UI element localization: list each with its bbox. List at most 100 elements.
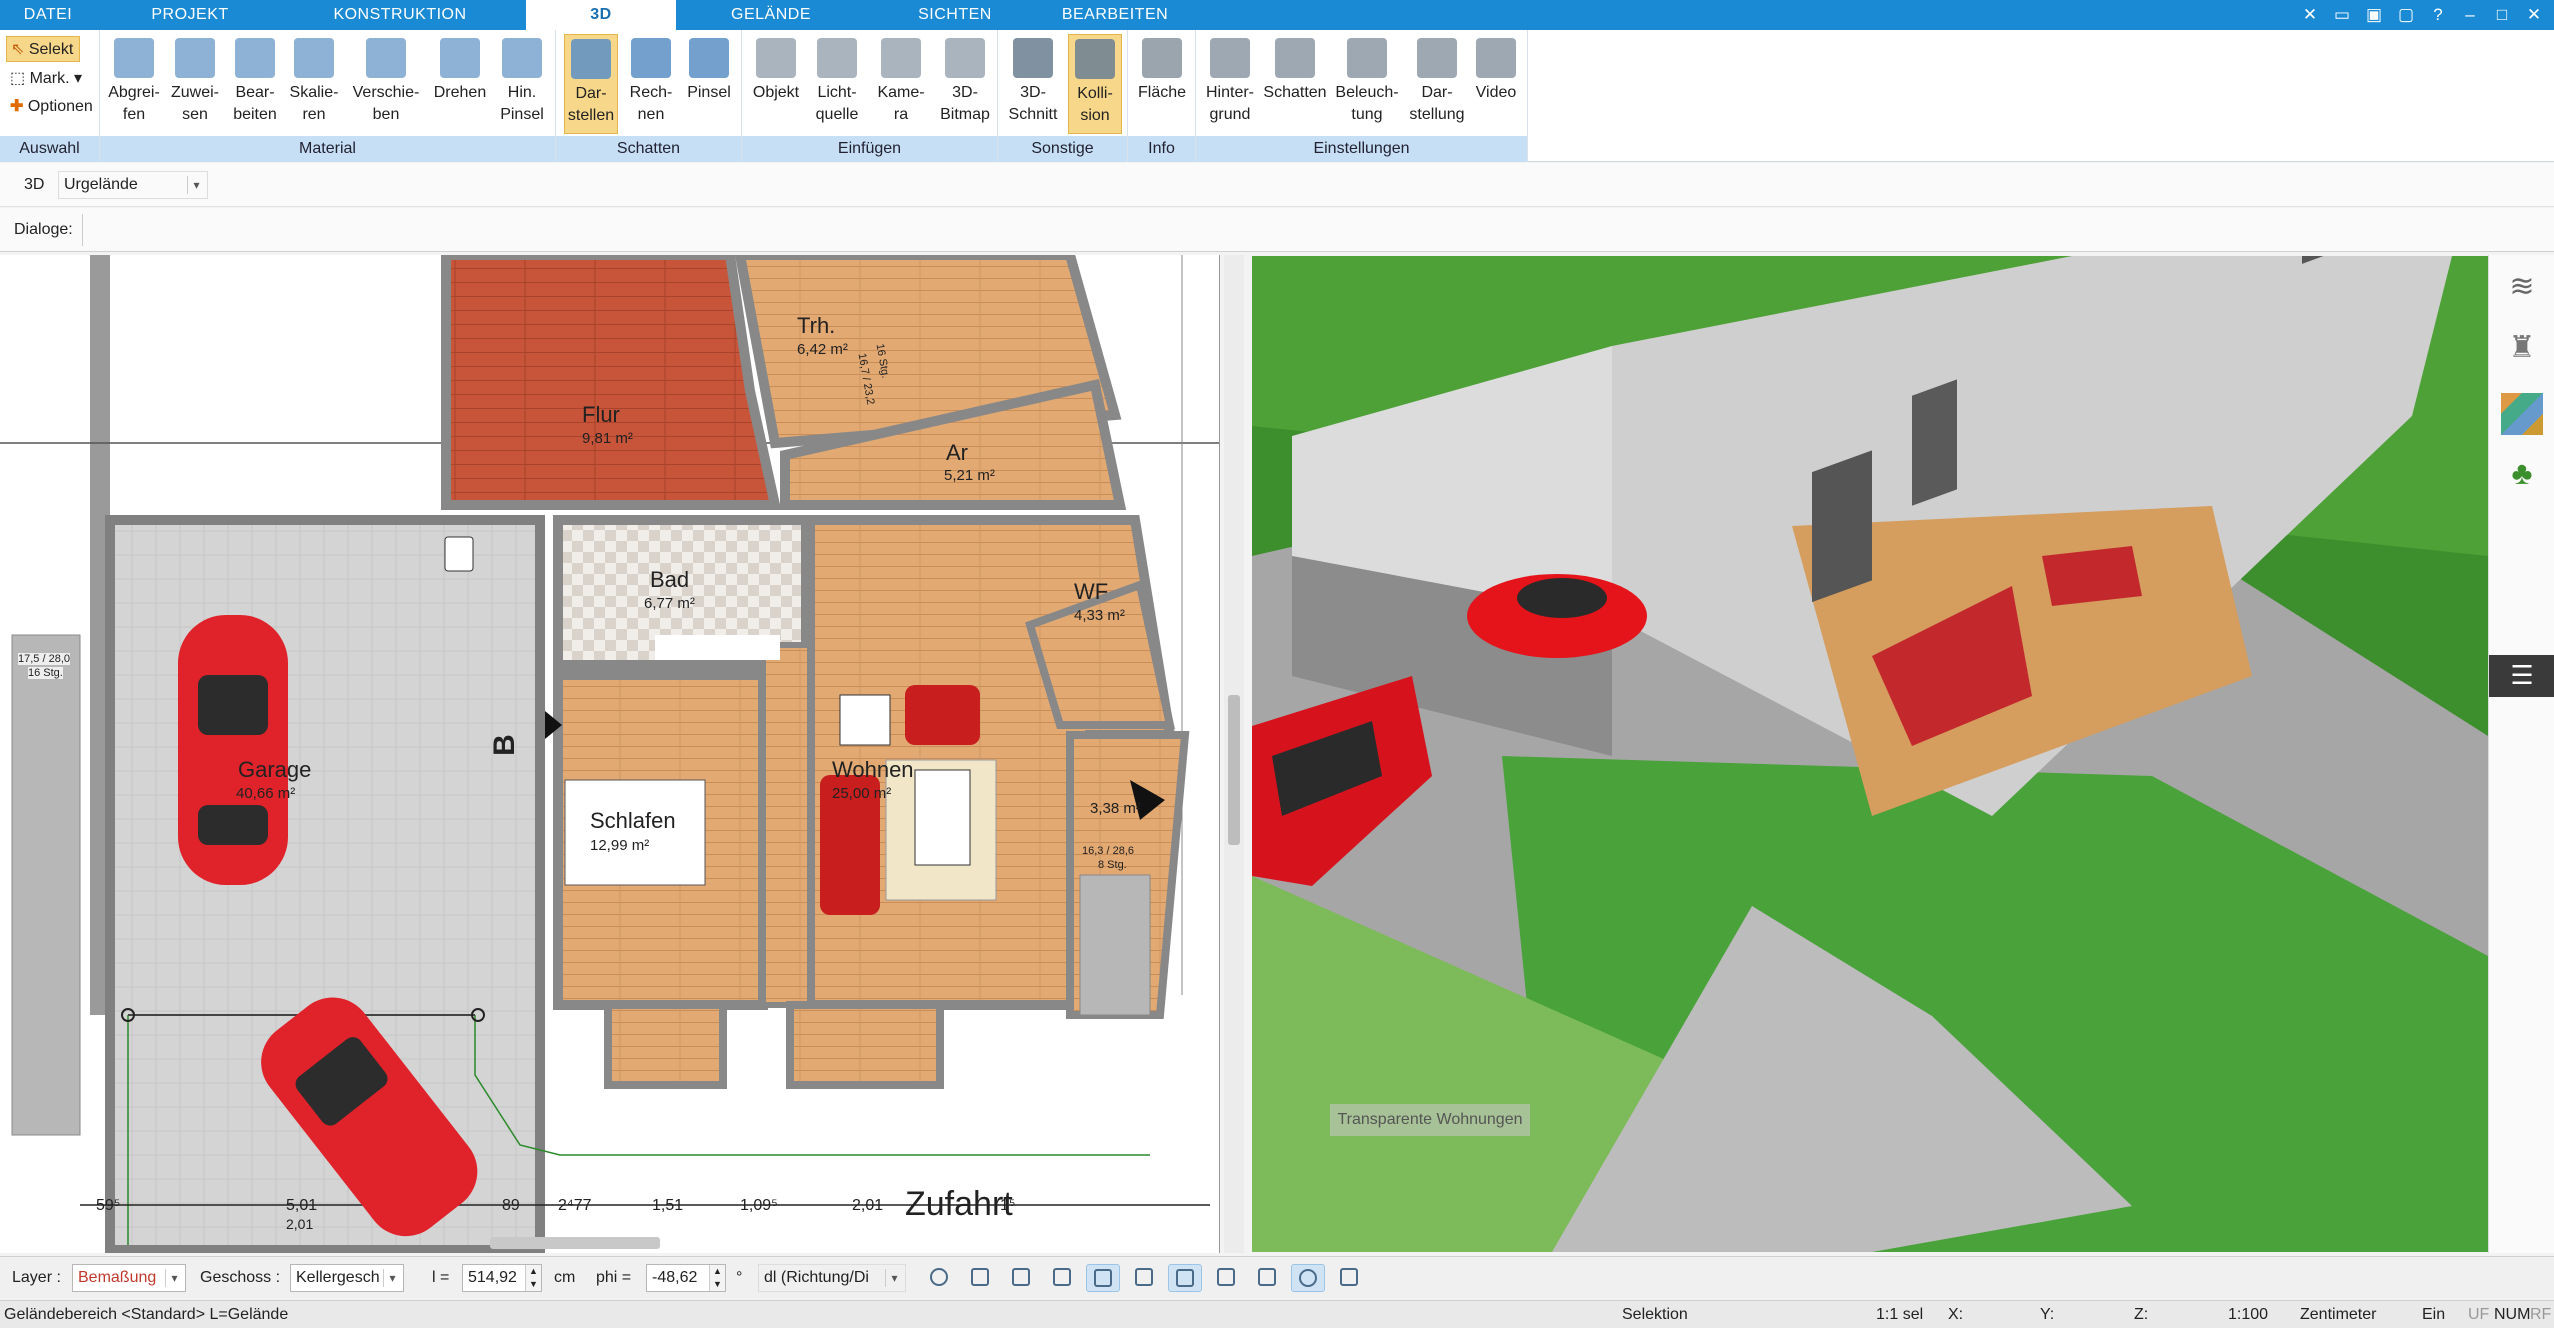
objekt-button[interactable]: Objekt [748, 34, 804, 134]
window-icon[interactable]: ▢ [2396, 5, 2416, 25]
wall-icon[interactable] [1127, 1264, 1161, 1292]
3d-bitmap-button[interactable]: 3D- Bitmap [936, 34, 994, 134]
room-name-ar: Ar [946, 440, 968, 465]
dimension-label: 59⁵ [96, 1197, 121, 1214]
geschoss-select[interactable]: Kellergesch ▾ [290, 1264, 404, 1292]
tab-3d[interactable]: 3D [526, 0, 676, 30]
side-panel: ≋ ♜ ♣ ☰ [2488, 255, 2554, 1253]
room-name-schlafen: Schlafen [590, 808, 676, 833]
length-unit: cm [554, 1269, 576, 1286]
plane-icon[interactable] [1168, 1264, 1202, 1292]
tab-projekt[interactable]: PROJEKT [120, 0, 260, 30]
skalieren-button[interactable]: Skalie- ren [286, 34, 342, 134]
phi-spinner[interactable]: ▲ ▼ [709, 1265, 725, 1291]
dimension-label: 1,51 [652, 1197, 684, 1214]
room-area-small: 3,38 m² [1090, 800, 1141, 817]
tree-icon[interactable]: ♣ [2501, 455, 2543, 497]
tab-datei[interactable]: DATEI [0, 0, 96, 30]
north-icon[interactable] [1291, 1264, 1325, 1292]
stair-label: 16 Stg. [28, 667, 63, 679]
line-icon[interactable] [1086, 1264, 1120, 1292]
ribbon-group-einstellungen: Hinter- grund Schatten Beleuch- tung Dar- s… [1196, 30, 1528, 162]
drehen-button[interactable]: Drehen [430, 34, 490, 134]
floor-plan-view[interactable]: Trh. 6,42 m² Flur 9,81 m² Ar 5,21 m² Bad… [0, 255, 1220, 1253]
video-button[interactable]: Video [1468, 34, 1524, 134]
rechnen-button[interactable]: Rech- nen [622, 34, 680, 134]
chair-icon[interactable]: ♜ [2501, 330, 2543, 372]
minimize-icon[interactable]: – [2460, 5, 2480, 25]
kollision-button[interactable]: Kolli- sion [1068, 34, 1122, 134]
mode-select[interactable]: dl (Richtung/Di ▾ [758, 1264, 906, 1292]
plan-vscroll-thumb[interactable] [1228, 695, 1240, 845]
darstellung-button[interactable]: Dar- stellung [1408, 34, 1466, 134]
3d-schnitt-button[interactable]: 3D- Schnitt [1004, 34, 1062, 134]
terrain-value: Urgelände [64, 176, 138, 193]
selekt-button[interactable]: ⇖ Selekt [6, 36, 81, 62]
more-icon[interactable] [1332, 1264, 1366, 1292]
save-icon[interactable]: ▣ [2364, 5, 2384, 25]
abgreifen-button[interactable]: Abgrei- fen [104, 34, 164, 134]
folder-icon[interactable]: ▭ [2332, 5, 2352, 25]
geschoss-label: Geschoss : [200, 1269, 281, 1286]
clock-icon[interactable] [922, 1264, 956, 1292]
help-icon[interactable]: ? [2428, 5, 2448, 25]
beleuchtung-button[interactable]: Beleuch- tung [1332, 34, 1402, 134]
ribbon-group-material: Abgrei- fen Zuwei- sen Bear- beiten Skalie-… [100, 30, 556, 162]
layer-label: Layer : [12, 1269, 61, 1286]
hintergrund-button[interactable]: Hinter- grund [1200, 34, 1260, 134]
geschoss-value: Kellergesch [296, 1269, 380, 1286]
wave-icon[interactable] [1209, 1264, 1243, 1292]
darstellen-button[interactable]: Dar- stellen [564, 34, 618, 134]
tab-konstruktion[interactable]: KONSTRUKTION [320, 0, 480, 30]
grid-icon[interactable] [1250, 1264, 1284, 1292]
bearbeiten-button[interactable]: Bear- beiten [226, 34, 284, 134]
screen-icon[interactable] [963, 1264, 997, 1292]
status-bar: Geländebereich <Standard> L=Gelände Sele… [0, 1300, 2554, 1328]
terrain-select[interactable]: Urgelände ▾ [58, 171, 208, 199]
pinsel-label: Pinsel [687, 84, 731, 101]
layer-select[interactable]: Bemaßung ▾ [72, 1264, 186, 1292]
tab-gelaende[interactable]: GELÄNDE [696, 0, 846, 30]
status-scale-sel: 1:1 sel [1876, 1306, 1924, 1323]
phi-input[interactable]: -48,62 ▲ ▼ [646, 1264, 726, 1292]
close-icon[interactable]: ✕ [2524, 5, 2544, 25]
length-spinner[interactable]: ▲ ▼ [525, 1265, 541, 1291]
dialogs-row: Dialoge: [0, 208, 2554, 252]
pinsel-button[interactable]: Pinsel [682, 34, 736, 134]
layers-icon[interactable]: ≋ [2501, 269, 2543, 311]
optionen-button[interactable]: ✚ Optionen [6, 94, 99, 120]
gear-icon[interactable] [1004, 1264, 1038, 1292]
ribbon: ⇖ Selekt ⬚ Mark. ▾ ✚ Optionen Auswahl Ab… [0, 30, 2554, 162]
schatten-einstellung-button[interactable]: Schatten [1262, 34, 1328, 134]
tab-sichten[interactable]: SICHTEN [880, 0, 1030, 30]
hintergrund-icon [1210, 38, 1250, 78]
3d-schnitt-icon [1013, 38, 1053, 78]
dialogs-label: Dialoge: [14, 221, 73, 238]
length-input[interactable]: 514,92 ▲ ▼ [462, 1264, 542, 1292]
layers-icon[interactable] [1045, 1264, 1079, 1292]
room-area-schlafen: 12,99 m² [590, 837, 650, 854]
selekt-label: Selekt [28, 41, 74, 58]
menu-icon[interactable]: ☰ [2489, 655, 2554, 697]
divider [82, 214, 83, 246]
materials-icon[interactable] [2501, 393, 2543, 435]
3d-view[interactable]: Transparente Wohnungen [1252, 256, 2488, 1252]
mark-button[interactable]: ⬚ Mark. ▾ [6, 66, 88, 92]
plan-hscroll-thumb[interactable] [490, 1237, 660, 1249]
tab-bearbeiten[interactable]: BEARBEITEN [1040, 0, 1190, 30]
length-label: l = [432, 1269, 450, 1286]
dimension-label: 89 [502, 1197, 520, 1214]
hin-pinsel-button[interactable]: Hin. Pinsel [492, 34, 552, 134]
transparent-apartments-toggle[interactable]: Transparente Wohnungen [1330, 1104, 1530, 1136]
tools-icon[interactable]: ✕ [2300, 5, 2320, 25]
zuweisen-button[interactable]: Zuwei- sen [166, 34, 224, 134]
flaeche-button[interactable]: Fläche [1134, 34, 1190, 134]
screen-icon-glyph [971, 1268, 989, 1286]
room-area-wohnen: 25,00 m² [832, 785, 892, 802]
maximize-icon[interactable]: □ [2492, 5, 2512, 25]
lichtquelle-button[interactable]: Licht- quelle [808, 34, 866, 134]
phi-label: phi = [596, 1269, 632, 1286]
kamera-button[interactable]: Kame- ra [868, 34, 934, 134]
plan-vertical-scrollbar[interactable] [1224, 255, 1244, 1253]
verschieben-button[interactable]: Verschie- ben [344, 34, 428, 134]
